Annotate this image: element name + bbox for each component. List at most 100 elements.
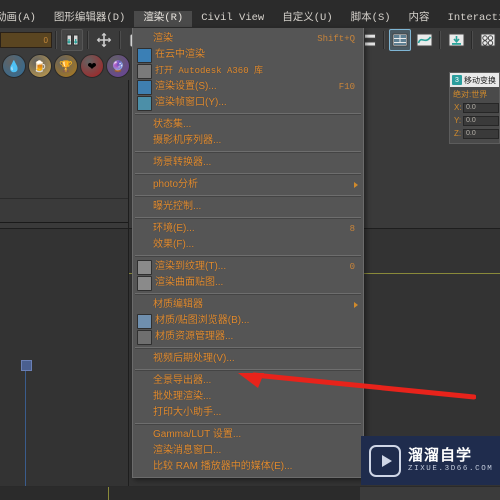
render-menu-item-2[interactable]: 打开 Autodesk A360 库 — [133, 63, 363, 79]
track-bar[interactable] — [0, 487, 360, 500]
render-menu-item-label-7: 场景转换器... — [153, 157, 212, 168]
viewport-divider — [0, 198, 128, 199]
menubar-item-1[interactable]: 图形编辑器(D) — [45, 11, 134, 27]
mirror-button[interactable] — [61, 29, 83, 51]
render-menu-separator-4 — [135, 113, 361, 115]
transform-value-field-1[interactable]: 0.0 — [463, 115, 499, 126]
render-menu-item-19[interactable]: 批处理渲染... — [133, 389, 363, 405]
menubar-item-5[interactable]: 脚本(S) — [342, 11, 400, 27]
toolbar-right-group — [356, 29, 500, 51]
toolbar-spinner-field[interactable]: 0 — [0, 32, 52, 48]
render-to-texture-icon — [137, 259, 152, 275]
render-menu-item-13[interactable]: 渲染曲面贴图... — [133, 275, 363, 291]
render-menu-item-label-2: 打开 Autodesk A360 库 — [155, 66, 264, 76]
render-menu-item-label-1: 在云中渲染 — [155, 49, 205, 60]
render-menu-item-1[interactable]: 在云中渲染 — [133, 47, 363, 63]
render-menu-separator-11 — [135, 255, 361, 257]
transform-row-2: Z: 0.0 — [450, 127, 499, 140]
render-menu-separator-20 — [135, 423, 361, 425]
render-menu-item-label-0: 渲染 — [153, 33, 173, 44]
toolbar-separator — [55, 31, 57, 49]
render-frame-window-icon — [137, 95, 152, 111]
toolbar-separator-7 — [471, 31, 473, 49]
beer-material-icon[interactable]: 🍺 — [28, 54, 52, 78]
material-editor-button[interactable] — [477, 29, 499, 51]
ribbon-button[interactable] — [389, 29, 411, 51]
scene-object-line — [25, 365, 26, 500]
render-menu-item-11[interactable]: 效果(F)... — [133, 237, 363, 253]
render-menu-item-16[interactable]: 材质资源管理器... — [133, 329, 363, 345]
main-menu-bar: 动画(A) 图形编辑器(D) 渲染(R) Civil View 自定义(U) 脚本(S) 内… — [0, 0, 500, 29]
purple-material-icon[interactable]: 🔮 — [106, 54, 130, 78]
gold-material-icon[interactable]: 🏆 — [54, 54, 78, 78]
render-menu-item-label-23: 比较 RAM 播放器中的媒体(E)... — [153, 461, 293, 472]
render-menu-item-label-17: 视频后期处理(V)... — [153, 353, 235, 364]
render-menu-item-label-22: 渲染消息窗口... — [153, 445, 222, 456]
render-menu-item-accel-3: F10 — [338, 82, 355, 92]
render-menu-item-7[interactable]: 场景转换器... — [133, 155, 363, 171]
transform-value-field-0[interactable]: 0.0 — [463, 102, 499, 113]
menubar-item-0[interactable]: 动画(A) — [0, 11, 45, 27]
render-menu-item-9[interactable]: 曝光控制... — [133, 199, 363, 215]
menubar-item-7[interactable]: Interactive — [439, 11, 500, 27]
watermark-text-block: 溜溜自学 ZIXUE.3D66.COM — [408, 447, 493, 475]
transform-panel-title: 移动变换 — [464, 75, 496, 85]
scene-object-handle[interactable] — [21, 360, 32, 371]
render-menu-item-14[interactable]: 材质编辑器 — [133, 297, 363, 313]
render-menu-item-20[interactable]: 打印大小助手... — [133, 405, 363, 421]
render-menu-separator-6 — [135, 151, 361, 153]
transform-value-field-2[interactable]: 0.0 — [463, 128, 499, 139]
schematic-view-icon — [448, 33, 464, 47]
water-material-icon[interactable]: 💧 — [2, 54, 26, 78]
watermark: 溜溜自学 ZIXUE.3D66.COM — [361, 436, 500, 485]
render-menu-item-4[interactable]: 渲染帧窗口(Y)... — [133, 95, 363, 111]
viewport-top-left[interactable] — [0, 80, 129, 229]
schematic-view-button[interactable] — [445, 29, 467, 51]
viewport-bottom-left[interactable] — [0, 229, 129, 486]
watermark-play-logo-icon — [369, 444, 401, 477]
menubar-item-3[interactable]: Civil View — [192, 11, 273, 27]
transform-row-0: X: 0.0 — [450, 101, 499, 114]
render-menu-item-8[interactable]: photo分析 — [133, 177, 363, 193]
render-menu-item-label-19: 批处理渲染... — [153, 391, 212, 402]
render-menu-item-0[interactable]: 渲染 Shift+Q — [133, 31, 363, 47]
render-menu-item-22[interactable]: 渲染消息窗口... — [133, 443, 363, 459]
render-menu-item-18[interactable]: 全景导出器... — [133, 373, 363, 389]
render-menu-item-label-8: photo分析 — [153, 179, 199, 190]
toolbar-separator-3 — [119, 31, 121, 49]
viewport-divider-2 — [0, 222, 128, 223]
render-menu-item-label-9: 曝光控制... — [153, 201, 202, 212]
render-menu-item-accel-0: Shift+Q — [317, 34, 355, 44]
render-menu-item-label-10: 环境(E)... — [153, 223, 195, 234]
render-menu-item-label-20: 打印大小助手... — [153, 407, 222, 418]
render-menu-item-12[interactable]: 渲染到纹理(T)... 0 — [133, 259, 363, 275]
curve-editor-button[interactable] — [413, 29, 435, 51]
menubar-item-6[interactable]: 内容 — [400, 11, 439, 27]
render-menu-item-23[interactable]: 比较 RAM 播放器中的媒体(E)... — [133, 459, 363, 475]
transform-panel-titlebar: 3 移动变换 — [450, 73, 499, 87]
render-menu-item-6[interactable]: 摄影机序列器... — [133, 133, 363, 149]
align-button[interactable] — [93, 29, 115, 51]
render-menu-item-label-5: 状态集... — [153, 119, 192, 130]
transform-axis-label-2: Z: — [454, 129, 462, 138]
transform-axis-label-1: Y: — [454, 116, 462, 125]
status-bar — [0, 486, 500, 500]
render-menu-dropdown: 渲染 Shift+Q 在云中渲染打开 Autodesk A360 库渲染设置(S).… — [132, 28, 364, 478]
ribbon-icon — [392, 33, 408, 47]
render-menu-separator-17 — [135, 369, 361, 371]
menubar-item-4[interactable]: 自定义(U) — [273, 11, 341, 27]
render-menu-item-10[interactable]: 环境(E)... 8 — [133, 221, 363, 237]
red-material-icon[interactable]: ❤ — [80, 54, 104, 78]
menubar-item-2[interactable]: 渲染(R) — [134, 11, 193, 27]
render-menu-item-label-16: 材质资源管理器... — [155, 331, 234, 342]
transform-panel-subtitle: 绝对:世界 — [453, 90, 488, 99]
render-menu-item-3[interactable]: 渲染设置(S)... F10 — [133, 79, 363, 95]
render-menu-item-17[interactable]: 视频后期处理(V)... — [133, 351, 363, 367]
render-menu-item-21[interactable]: Gamma/LUT 设置... — [133, 427, 363, 443]
cloud-render-icon — [137, 47, 152, 63]
material-editor-icon — [480, 33, 496, 47]
render-menu-item-15[interactable]: 材质/贴图浏览器(B)... — [133, 313, 363, 329]
render-menu-item-label-14: 材质编辑器 — [153, 299, 203, 310]
render-menu-item-5[interactable]: 状态集... — [133, 117, 363, 133]
transform-row-1: Y: 0.0 — [450, 114, 499, 127]
